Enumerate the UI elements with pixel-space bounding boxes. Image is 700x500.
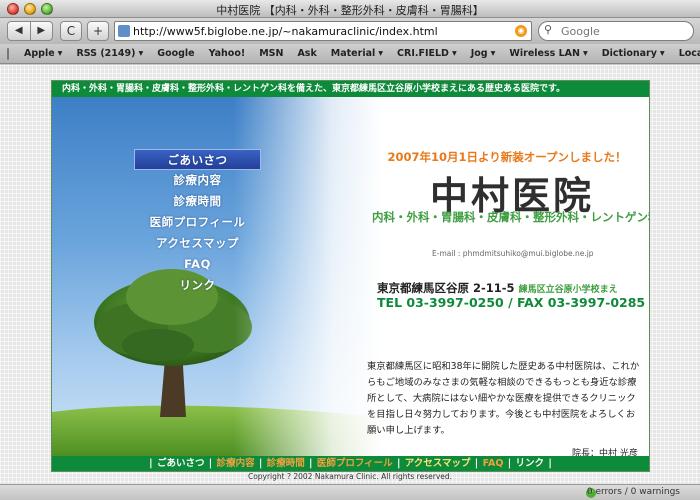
back-button[interactable]: ◀ [8,22,30,40]
opening-announcement: 2007年10月1日より新装オープンしました！ [387,150,627,164]
window-title: 中村医院 【内科・外科・整形外科・皮膚科・胃腸科】 [216,4,484,17]
bottom-nav-greeting[interactable]: ごあいさつ [157,458,205,469]
email-address[interactable]: E-mail : phmdmitsuhiko@mui.biglobe.ne.jp [432,249,594,258]
bottom-nav-access-map[interactable]: アクセスマップ [405,458,471,469]
menu-hours[interactable]: 診療時間 [134,191,261,212]
bookmark-rss[interactable]: RSS (2149) [71,48,148,59]
rss-icon[interactable]: ◉ [515,25,527,37]
clinic-website: 内科・外科・胃腸科・皮膚科・整形外科・レントゲン科を備えた、東京都練馬区立谷原小… [51,80,650,472]
bookmark-dictionary[interactable]: Dictionary [597,48,670,59]
bottom-nav-hours[interactable]: 診療時間 [267,458,305,469]
browser-toolbar: ◀ ▶ C + ◉ ⚲ [0,18,700,44]
bookmarks-bar: Apple RSS (2149) Google Yahoo! MSN Ask M… [0,44,700,64]
site-favicon-icon [118,25,130,37]
status-text: 0 errors / 0 warnings [586,487,680,497]
menu-doctor-profile[interactable]: 医師プロフィール [134,212,261,233]
bookmark-local[interactable]: Local [674,48,700,59]
forward-button[interactable]: ▶ [29,22,53,40]
menu-services[interactable]: 診療内容 [134,170,261,191]
reload-button[interactable]: C [60,21,82,41]
search-input[interactable] [561,24,687,39]
bookmark-material[interactable]: Material [326,48,388,59]
bottom-nav-faq[interactable]: FAQ [483,458,504,469]
intro-text: 東京都練馬区に昭和38年に開院した歴史ある中村医院は、これからもご地域のみなさま… [367,361,640,436]
add-bookmark-button[interactable]: + [87,21,109,41]
bookmark-cri-field[interactable]: CRI.FIELD [392,48,462,59]
search-box[interactable]: ⚲ [538,21,694,41]
menu-access-map[interactable]: アクセスマップ [134,233,261,254]
menu-greeting[interactable]: ごあいさつ [134,149,261,170]
bookmark-jog[interactable]: Jog [466,48,501,59]
address-note: 練馬区立谷原小学校まえ [518,285,618,295]
phone-fax: TEL 03-3997-0250 / FAX 03-3997-0285 [377,295,646,310]
bookmark-google[interactable]: Google [152,48,199,59]
window-titlebar: 中村医院 【内科・外科・整形外科・皮膚科・胃腸科】 [0,0,700,18]
search-icon: ⚲ [544,23,553,36]
address-text: 東京都練馬区谷原 2-11-5 [377,281,515,295]
status-bar: ✓ 0 errors / 0 warnings [0,484,700,500]
copyright: Copyright ? 2002 Nakamura Clinic. All ri… [247,472,453,481]
nav-buttons: ◀ ▶ [7,21,53,41]
menu-links[interactable]: リンク [134,275,261,296]
url-input[interactable] [133,24,503,39]
director-signature: 院長：中村 光彦 [572,449,638,456]
hero-section: ごあいさつ 診療内容 診療時間 医師プロフィール アクセスマップ FAQ リンク… [52,97,649,456]
address-bar[interactable]: ◉ [114,21,532,41]
bookmarks-book-icon[interactable] [7,47,9,60]
top-banner: 内科・外科・胃腸科・皮膚科・整形外科・レントゲン科を備えた、東京都練馬区立谷原小… [52,81,649,97]
main-menu: ごあいさつ 診療内容 診療時間 医師プロフィール アクセスマップ FAQ リンク [134,149,261,296]
bookmark-apple[interactable]: Apple [19,48,67,59]
bookmark-yahoo[interactable]: Yahoo! [204,48,251,59]
bottom-nav-doctor-profile[interactable]: 医師プロフィール [317,458,393,469]
bookmark-ask[interactable]: Ask [292,48,321,59]
bottom-nav: | ごあいさつ | 診療内容 | 診療時間 | 医師プロフィール | アクセスマ… [52,456,649,471]
bookmark-msn[interactable]: MSN [254,48,288,59]
bottom-nav-services[interactable]: 診療内容 [217,458,255,469]
departments: 内科・外科・胃腸科・皮膚科・整形外科・レントゲン科 [372,210,649,224]
clinic-address: 東京都練馬区谷原 2-11-5 練馬区立谷原小学校まえ [377,280,618,296]
bottom-nav-links[interactable]: リンク [516,458,545,469]
bookmark-wireless-lan[interactable]: Wireless LAN [504,48,592,59]
menu-faq[interactable]: FAQ [134,254,261,275]
